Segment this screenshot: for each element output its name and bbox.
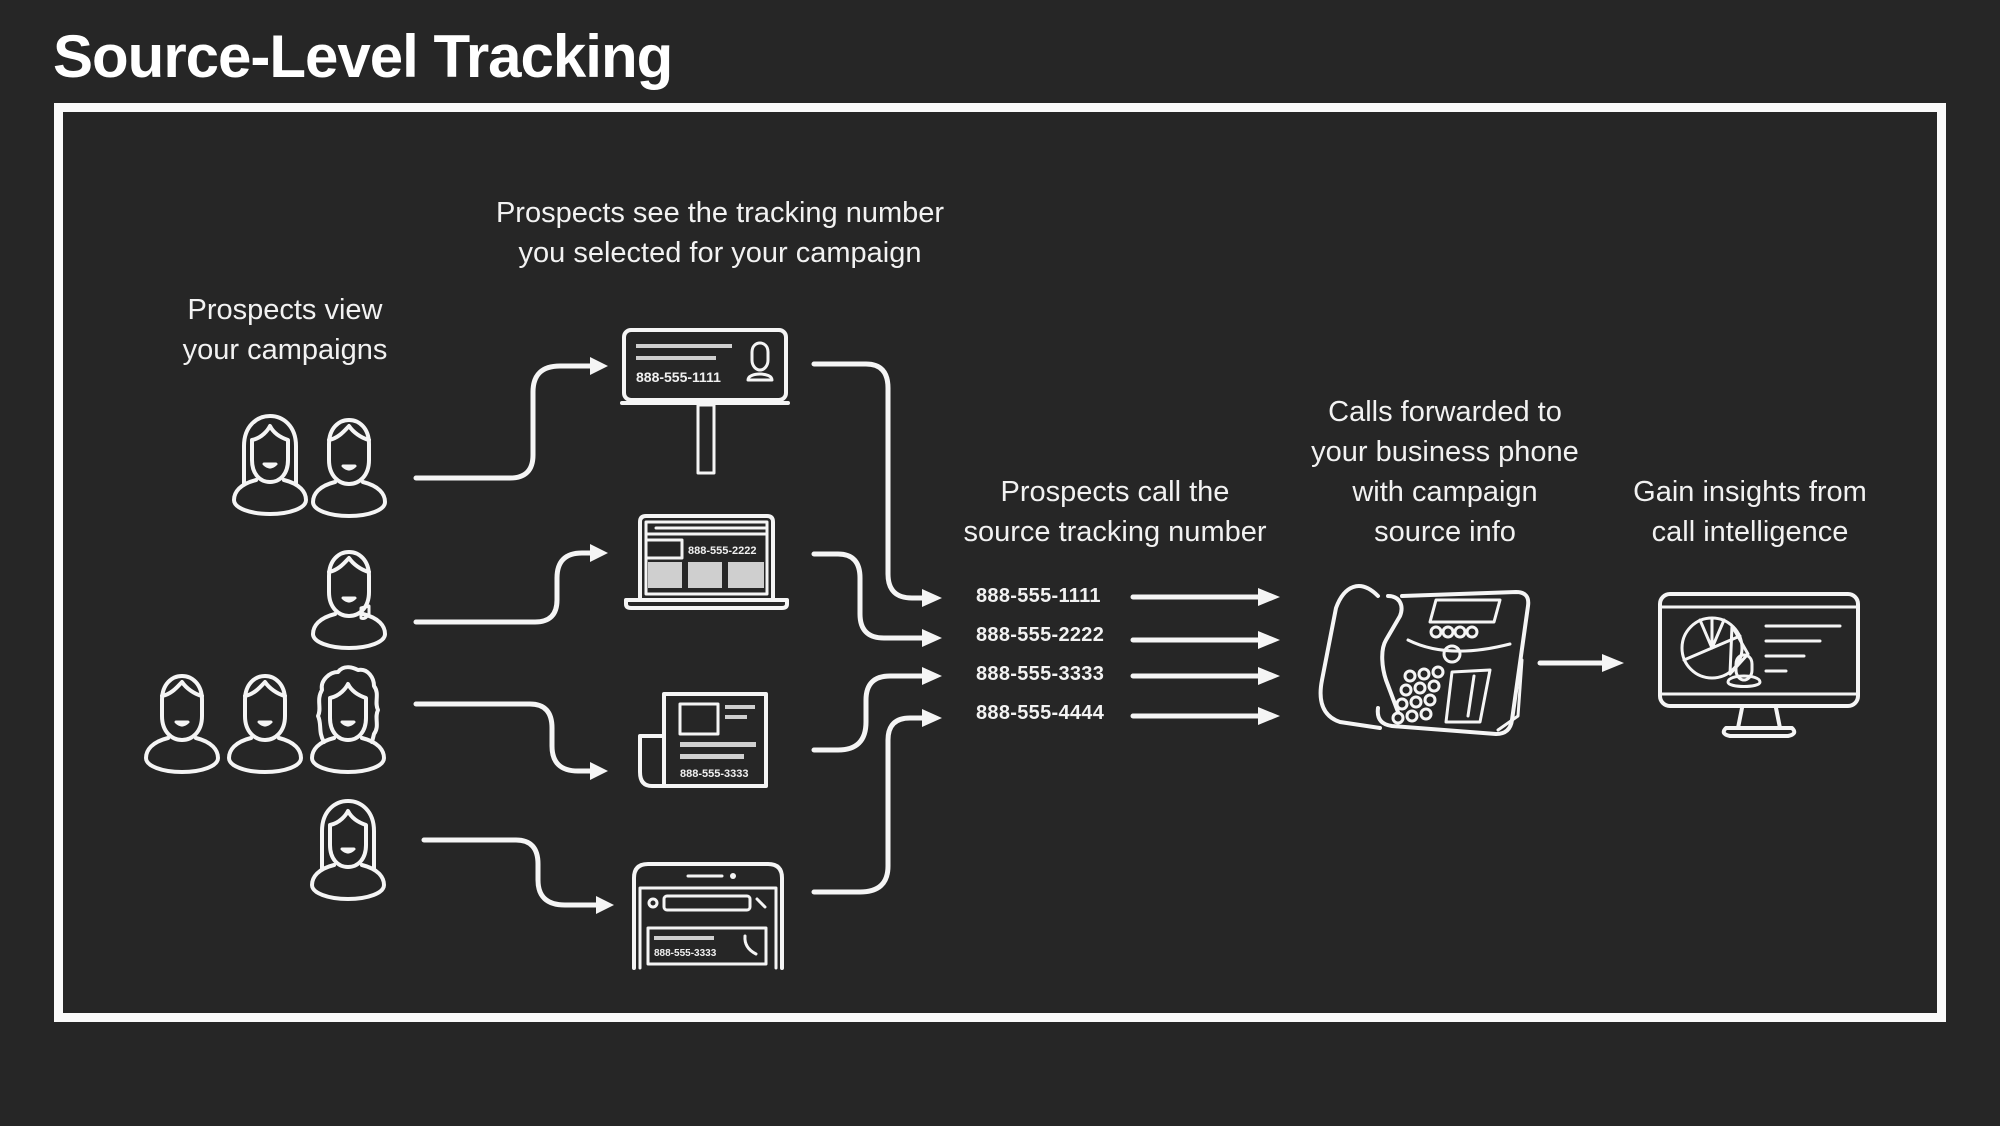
- mobile-search-icon: 888-555-3333: [632, 862, 784, 970]
- laptop-number: 888-555-2222: [688, 545, 757, 557]
- flow-arrow: [413, 357, 608, 481]
- prospect-woman-icon: [232, 414, 308, 516]
- flow-arrow: [811, 361, 942, 607]
- analytics-monitor-icon: [1658, 592, 1860, 738]
- flow-arrow: [421, 837, 614, 914]
- prospect-woman-icon: [310, 799, 386, 901]
- prospect-woman-curly-icon: [310, 665, 386, 774]
- flow-arrow: [413, 701, 608, 780]
- billboard-number: 888-555-1111: [636, 369, 721, 385]
- prospect-man-icon: [144, 674, 220, 774]
- flow-arrow: [811, 667, 942, 753]
- desk-phone-icon: [1318, 584, 1531, 736]
- forward-arrow: [1130, 631, 1280, 649]
- billboard-icon: 888-555-1111: [620, 328, 790, 475]
- laptop-icon: 888-555-2222: [624, 514, 789, 610]
- mobile-number: 888-555-3333: [654, 948, 717, 959]
- newspaper-icon: 888-555-3333: [638, 692, 768, 788]
- keypad: [1391, 665, 1445, 725]
- flow-arrow: [413, 544, 608, 625]
- flow-arrow: [811, 709, 942, 895]
- insight-arrow: [1537, 654, 1624, 672]
- prospect-man-icon: [311, 418, 387, 518]
- forward-arrow: [1130, 588, 1280, 606]
- newspaper-number: 888-555-3333: [680, 768, 749, 780]
- diagram-graphics: 888-555-1111 888-555-2222 888-555-3333 8…: [144, 328, 1860, 970]
- forward-arrow: [1130, 707, 1280, 725]
- prospect-man-badge-icon: [311, 550, 387, 650]
- forward-arrow: [1130, 667, 1280, 685]
- prospect-man-icon: [227, 674, 303, 774]
